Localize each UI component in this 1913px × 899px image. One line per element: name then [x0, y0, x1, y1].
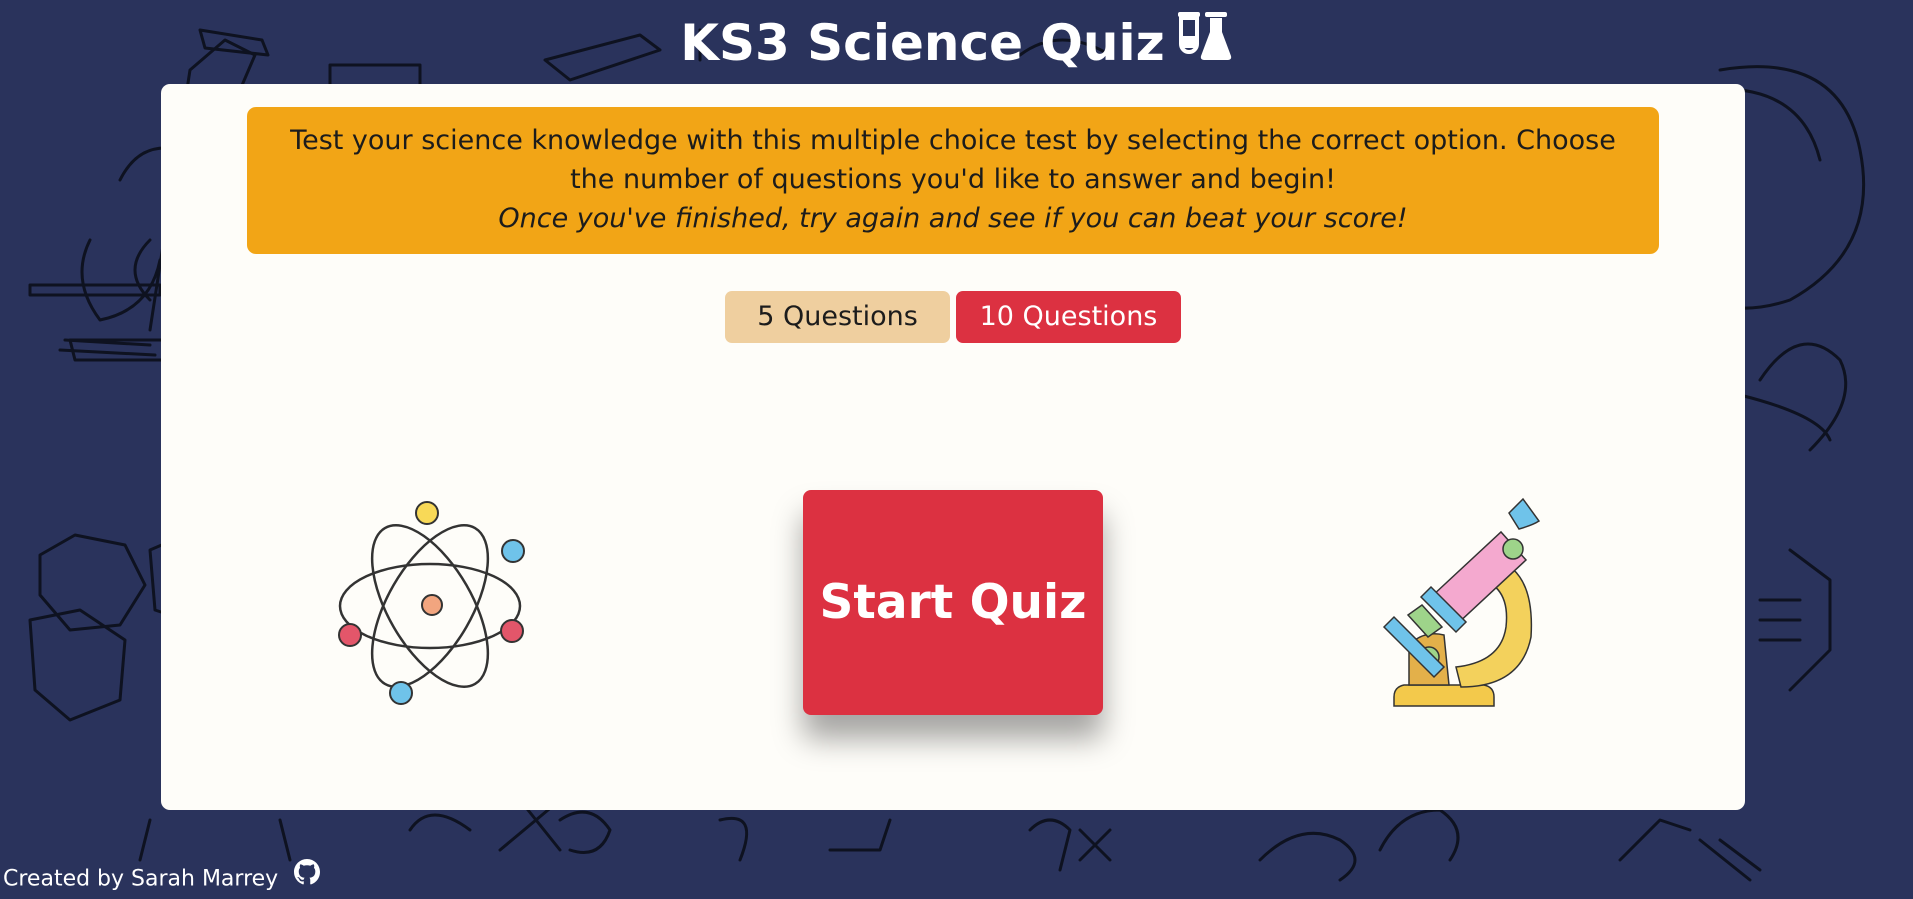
atom-icon	[330, 501, 530, 715]
quiz-card: Test your science knowledge with this mu…	[161, 84, 1745, 810]
question-count-options: 5 Questions 10 Questions	[161, 291, 1745, 343]
microscope-icon	[1381, 497, 1561, 726]
page-title: KS3 Science Quiz	[680, 14, 1165, 72]
page-title-bar: KS3 Science Quiz	[0, 10, 1913, 80]
intro-tagline: Once you've finished, try again and see …	[498, 203, 1408, 234]
five-questions-button[interactable]: 5 Questions	[725, 291, 950, 343]
github-icon[interactable]	[294, 859, 321, 894]
ten-questions-button[interactable]: 10 Questions	[956, 291, 1181, 343]
start-quiz-button[interactable]: Start Quiz	[803, 490, 1103, 715]
flask-icon	[1175, 10, 1233, 76]
footer-credit: Created by Sarah Marrey	[3, 866, 279, 892]
intro-description: Test your science knowledge with this mu…	[290, 125, 1616, 195]
footer: Created by Sarah Marrey	[3, 859, 321, 897]
intro-banner: Test your science knowledge with this mu…	[247, 107, 1659, 254]
